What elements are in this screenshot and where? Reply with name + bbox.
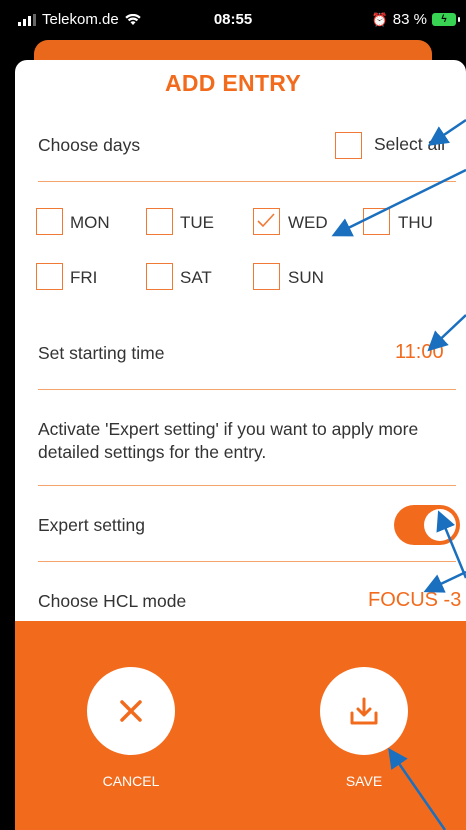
divider <box>38 485 456 486</box>
day-label-tue: TUE <box>180 213 214 232</box>
day-checkbox-sat[interactable] <box>146 263 173 290</box>
day-checkbox-fri[interactable] <box>36 263 63 290</box>
day-label-mon: MON <box>70 213 110 232</box>
save-label[interactable]: SAVE <box>304 773 424 789</box>
day-label-sat: SAT <box>180 268 212 287</box>
start-time-value[interactable]: 11:00 <box>395 341 444 364</box>
cancel-label[interactable]: CANCEL <box>71 773 191 789</box>
status-bar: Telekom.de 08:55 ⏰ 83 % ϟ <box>0 0 466 40</box>
expert-setting-toggle[interactable] <box>394 505 460 545</box>
day-checkbox-mon[interactable] <box>36 208 63 235</box>
battery-icon: ϟ <box>432 13 460 26</box>
start-time-label: Set starting time <box>38 343 165 363</box>
save-button[interactable] <box>320 667 408 755</box>
select-all-label[interactable]: Select all <box>374 134 445 155</box>
day-label-sun: SUN <box>288 268 324 287</box>
cancel-button[interactable] <box>87 667 175 755</box>
dialog-title: ADD ENTRY <box>164 70 302 96</box>
day-label-thu: THU <box>398 213 433 232</box>
expert-info-text: Activate 'Expert setting' if you want to… <box>38 419 419 462</box>
divider <box>38 389 456 390</box>
download-icon <box>350 697 378 725</box>
alarm-icon: ⏰ <box>371 11 388 27</box>
day-checkbox-thu[interactable] <box>363 208 390 235</box>
day-checkbox-tue[interactable] <box>146 208 173 235</box>
expert-setting-label: Expert setting <box>38 515 145 535</box>
hcl-mode-value[interactable]: FOCUS -3 <box>368 589 461 612</box>
day-checkbox-sun[interactable] <box>253 263 280 290</box>
choose-days-label: Choose days <box>38 135 141 155</box>
status-right: ⏰ 83 % ϟ <box>371 11 460 28</box>
hcl-mode-label: Choose HCL mode <box>38 591 187 611</box>
toggle-knob <box>424 509 456 541</box>
day-label-wed: WED <box>288 213 328 232</box>
day-label-fri: FRI <box>70 268 98 287</box>
close-icon <box>120 700 142 722</box>
checkmark-icon <box>257 213 275 228</box>
divider <box>38 561 456 562</box>
select-all-checkbox[interactable] <box>335 132 362 159</box>
battery-percent: 83 % <box>392 11 427 28</box>
day-checkbox-wed[interactable] <box>253 208 280 235</box>
divider <box>38 181 456 182</box>
